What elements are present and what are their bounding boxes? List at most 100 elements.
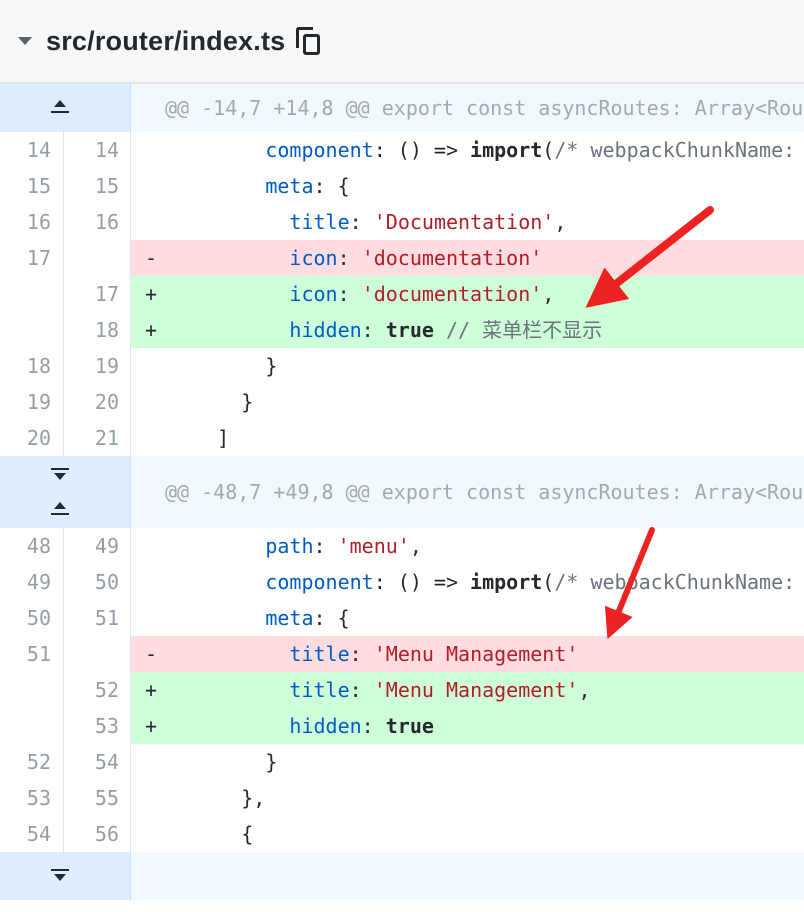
new-line-number[interactable]: 16 (64, 204, 131, 240)
hunk-footer (131, 852, 804, 900)
new-line-number[interactable]: 54 (64, 744, 131, 780)
old-line-number[interactable]: 17 (0, 240, 64, 276)
new-line-number[interactable]: 17 (64, 276, 131, 312)
code-token: } (169, 390, 254, 414)
code-token: } (169, 354, 278, 378)
new-line-number[interactable]: 51 (64, 600, 131, 636)
hunk-header-row: @@ -48,7 +49,8 @@ export const asyncRout… (0, 456, 804, 528)
context-line: 50 51 meta: { (0, 600, 804, 636)
new-line-number[interactable]: 14 (64, 132, 131, 168)
old-line-number[interactable]: 48 (0, 528, 64, 564)
code-token: component (265, 138, 374, 162)
added-line: 53 + hidden: true (0, 708, 804, 744)
code-line: }, (131, 780, 804, 816)
expander-gutter (0, 84, 131, 132)
code-token: }, (169, 786, 266, 810)
hunk-lines: 48 49 path: 'menu', 49 50 component: () => … (0, 528, 804, 852)
code-token: 'Menu Management' (373, 642, 579, 666)
old-line-number[interactable]: 54 (0, 816, 64, 852)
old-line-number[interactable]: 14 (0, 132, 64, 168)
context-line: 16 16 title: 'Documentation', (0, 204, 804, 240)
context-line: 19 20 } (0, 384, 804, 420)
code-token: title (289, 678, 350, 702)
new-line-number[interactable] (64, 636, 131, 672)
code-token: : () => (373, 570, 471, 594)
deleted-line: 17 - icon: 'documentation' (0, 240, 804, 276)
code-token: 'Menu Management' (373, 678, 579, 702)
new-line-number[interactable]: 15 (64, 168, 131, 204)
new-line-number[interactable]: 50 (64, 564, 131, 600)
code-line: ] (131, 420, 804, 456)
code-token: : () => (373, 138, 471, 162)
code-line: + title: 'Menu Management', (131, 672, 804, 708)
old-line-number[interactable] (0, 708, 64, 744)
old-line-number[interactable]: 51 (0, 636, 64, 672)
new-line-number[interactable] (64, 240, 131, 276)
context-line: 48 49 path: 'menu', (0, 528, 804, 564)
expander-gutter (0, 456, 131, 528)
new-line-number[interactable]: 49 (64, 528, 131, 564)
code-token: , (554, 210, 567, 234)
code-token: : { (313, 174, 350, 198)
old-line-number[interactable]: 15 (0, 168, 64, 204)
code-token: : { (313, 606, 350, 630)
new-line-number[interactable]: 53 (64, 708, 131, 744)
old-line-number[interactable]: 19 (0, 384, 64, 420)
expand-down-icon[interactable] (51, 866, 69, 884)
context-line: 15 15 meta: { (0, 168, 804, 204)
new-line-number[interactable]: 18 (64, 312, 131, 348)
code-token: : (361, 714, 386, 738)
old-line-number[interactable]: 53 (0, 780, 64, 816)
hunk-header: @@ -48,7 +49,8 @@ export const asyncRout… (131, 456, 804, 528)
new-line-number[interactable]: 55 (64, 780, 131, 816)
added-line: 18 + hidden: true // 菜单栏不显示 (0, 312, 804, 348)
old-line-number[interactable] (0, 672, 64, 708)
context-line: 20 21 ] (0, 420, 804, 456)
expand-up-icon[interactable] (51, 98, 69, 116)
old-line-number[interactable] (0, 276, 64, 312)
code-token: import (470, 138, 543, 162)
old-line-number[interactable]: 18 (0, 348, 64, 384)
added-line: 52 + title: 'Menu Management', (0, 672, 804, 708)
code-line: + hidden: true (131, 708, 804, 744)
new-line-number[interactable]: 52 (64, 672, 131, 708)
code-line: + hidden: true // 菜单栏不显示 (131, 312, 804, 348)
context-line: 54 56 { (0, 816, 804, 852)
new-line-number[interactable]: 19 (64, 348, 131, 384)
code-line: } (131, 384, 804, 420)
old-line-number[interactable]: 50 (0, 600, 64, 636)
expand-down-icon[interactable] (51, 465, 69, 483)
code-token: : (337, 282, 362, 306)
code-token: path (265, 534, 314, 558)
new-line-number[interactable]: 21 (64, 420, 131, 456)
file-header: src/router/index.ts (0, 0, 804, 84)
copy-icon[interactable] (295, 26, 321, 56)
hunk-header-row: @@ -14,7 +14,8 @@ export const asyncRout… (0, 84, 804, 132)
new-line-number[interactable]: 20 (64, 384, 131, 420)
expand-up-icon[interactable] (51, 500, 69, 518)
code-line: { (131, 816, 804, 852)
file-path[interactable]: src/router/index.ts (46, 26, 285, 57)
new-line-number[interactable]: 56 (64, 816, 131, 852)
code-token: ( (542, 570, 555, 594)
old-line-number[interactable] (0, 312, 64, 348)
code-token: 'Documentation' (373, 210, 555, 234)
code-token: 'menu' (337, 534, 410, 558)
code-token: title (289, 642, 350, 666)
old-line-number[interactable]: 49 (0, 564, 64, 600)
code-token: 'documentation' (361, 246, 543, 270)
code-token: , (542, 282, 555, 306)
code-token: : (313, 534, 338, 558)
old-line-number[interactable]: 52 (0, 744, 64, 780)
old-line-number[interactable]: 16 (0, 204, 64, 240)
collapse-caret-icon[interactable] (18, 37, 32, 45)
old-line-number[interactable]: 20 (0, 420, 64, 456)
